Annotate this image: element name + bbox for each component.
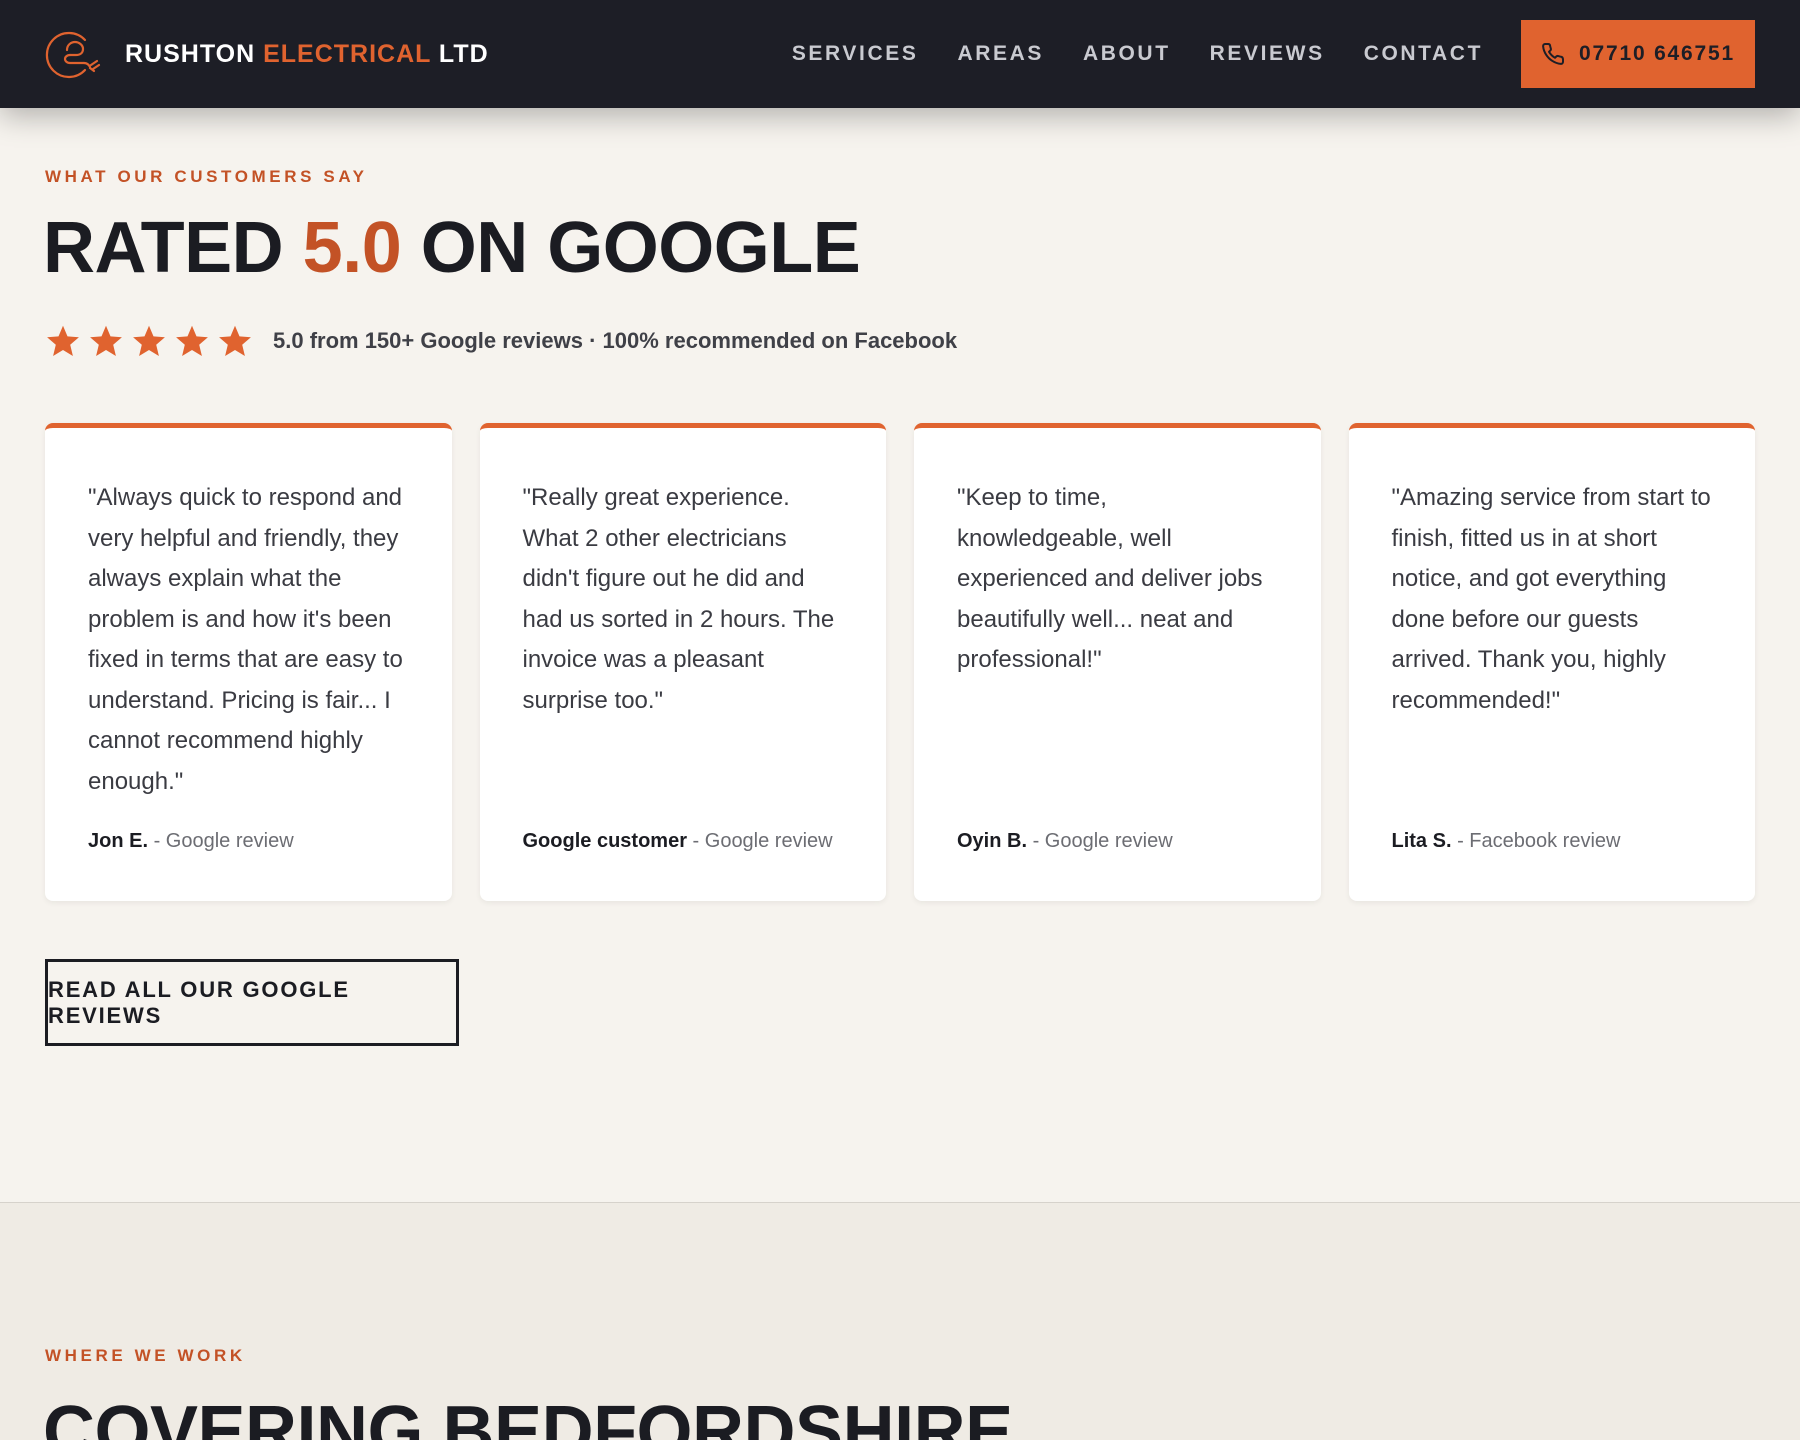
areas-title: COVERING BEDFORDSHIRE xyxy=(43,1392,1013,1440)
review-card: "Keep to time, knowledgeable, well exper… xyxy=(914,423,1321,901)
reviews-title: RATED 5.0 ON GOOGLE xyxy=(43,208,861,288)
review-card: "Always quick to respond and very helpfu… xyxy=(45,423,452,901)
review-author: Oyin B. - Google review xyxy=(957,830,1173,852)
phone-number: 07710 646751 xyxy=(1579,42,1735,65)
areas-eyebrow: WHERE WE WORK xyxy=(45,1346,246,1365)
read-all-reviews-button[interactable]: READ ALL OUR GOOGLE REVIEWS xyxy=(45,959,459,1046)
star-icon xyxy=(219,325,251,356)
rating-text: 5.0 from 150+ Google reviews · 100% reco… xyxy=(273,328,958,353)
review-author: Lita S. - Facebook review xyxy=(1391,830,1621,852)
star-icon xyxy=(47,325,79,356)
star-icon xyxy=(90,325,122,356)
review-quote: "Always quick to respond and very helpfu… xyxy=(88,484,403,795)
review-quote: "Really great experience. What 2 other e… xyxy=(522,484,835,714)
nav-about[interactable]: ABOUT xyxy=(1083,42,1171,66)
review-author: Google customer - Google review xyxy=(522,830,833,852)
review-author: Jon E. - Google review xyxy=(88,830,294,852)
review-quote: "Amazing service from start to finish, f… xyxy=(1391,484,1711,714)
nav-areas[interactable]: AREAS xyxy=(957,42,1044,66)
nav-services[interactable]: SERVICES xyxy=(792,42,919,66)
review-quote: "Keep to time, knowledgeable, well exper… xyxy=(957,484,1263,673)
reviews-eyebrow: WHAT OUR CUSTOMERS SAY xyxy=(45,167,368,186)
site-header: RUSHTON ELECTRICAL LTD SERVICES AREAS AB… xyxy=(0,0,1800,108)
review-card: "Really great experience. What 2 other e… xyxy=(479,423,886,901)
plug-logo-icon xyxy=(45,31,101,79)
review-card: "Amazing service from start to finish, f… xyxy=(1348,423,1755,901)
review-cards: "Always quick to respond and very helpfu… xyxy=(45,423,1755,901)
main-nav: SERVICES AREAS ABOUT REVIEWS CONTACT xyxy=(792,42,1483,66)
call-button[interactable]: 07710 646751 xyxy=(1521,20,1755,88)
brand-name: RUSHTON ELECTRICAL LTD xyxy=(125,39,489,68)
nav-reviews[interactable]: REVIEWS xyxy=(1210,42,1325,66)
star-icon xyxy=(176,325,208,356)
nav-contact[interactable]: CONTACT xyxy=(1364,42,1483,66)
logo[interactable]: RUSHTON ELECTRICAL LTD xyxy=(45,26,489,82)
star-icon xyxy=(133,325,165,356)
star-rating xyxy=(45,323,253,359)
rating-summary: 5.0 from 150+ Google reviews · 100% reco… xyxy=(45,323,957,359)
phone-icon xyxy=(1542,42,1565,65)
